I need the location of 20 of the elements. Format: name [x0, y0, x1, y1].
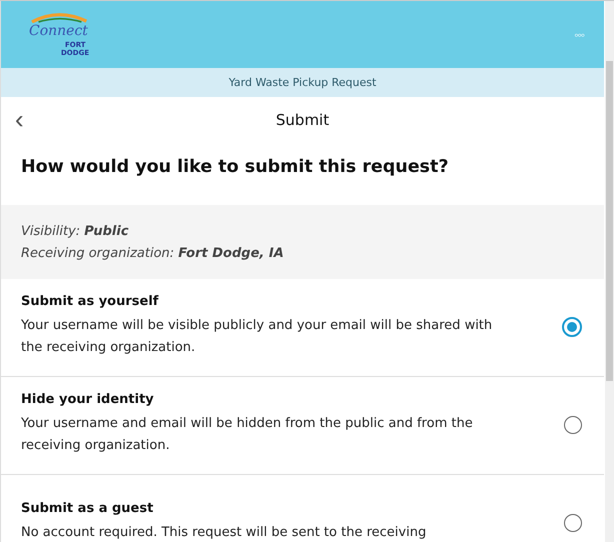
submit-option[interactable]: Hide your identity Your username and email will be hidden from the public and from the receiving organization.: [1, 377, 604, 475]
logo-script-text: Connect: [29, 22, 88, 38]
question-heading: How would you like to submit this request?: [20, 156, 450, 179]
option-title: Hide your identity: [21, 392, 155, 407]
option-description: No account required. This request will be sent to the receiving: [21, 524, 428, 542]
option-description: Your username will be visible publicly and your email will be shared with the receiving organization.: [21, 317, 494, 357]
radio-button[interactable]: [564, 416, 582, 434]
back-button[interactable]: ‹: [15, 105, 24, 133]
info-text: Visibility: Public: [21, 223, 130, 241]
option-title: Submit as a guest: [21, 501, 154, 516]
radio-button[interactable]: [564, 514, 582, 532]
option-description: Your username and email will be hidden from the public and from the receiving organization.: [21, 415, 474, 455]
nav-title: Submit: [276, 111, 330, 129]
page-title: Yard Waste Pickup Request: [228, 76, 376, 89]
radio-button[interactable]: [562, 316, 582, 336]
scrollbar[interactable]: [605, 1, 614, 542]
submit-option[interactable]: Submit as a guest No account required. This request will be sent to the receiving: [1, 475, 604, 542]
info-text: Receiving organization: Fort Dodge, IA: [21, 245, 285, 263]
submit-option[interactable]: Submit as yourself Your username will be visible publicly and your email will be shared with the receiving organization.: [1, 279, 604, 377]
option-title: Submit as yourself: [21, 294, 160, 309]
